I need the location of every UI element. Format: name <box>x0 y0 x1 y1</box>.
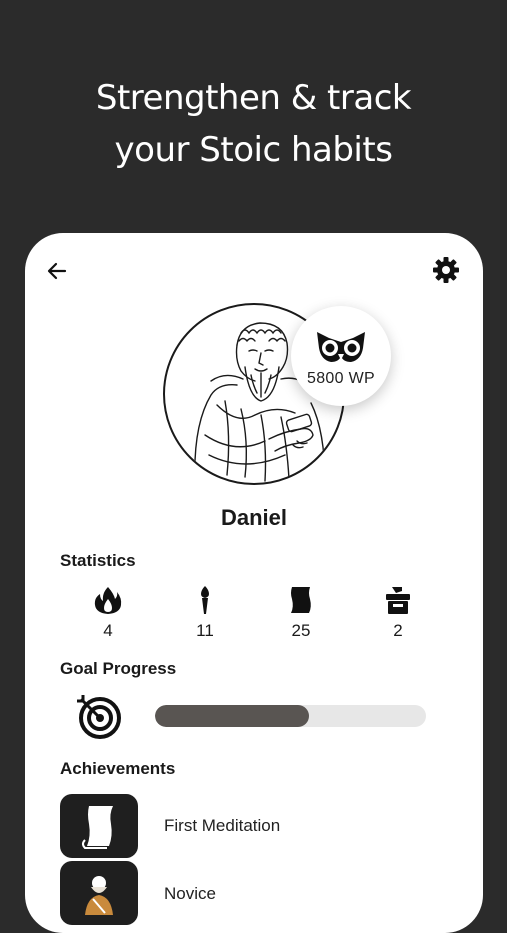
wisdom-points-badge: 5800 WP <box>291 306 391 406</box>
torch-icon <box>201 586 209 614</box>
user-name: Daniel <box>220 505 288 530</box>
goal-progress-fill <box>155 705 310 727</box>
headline: Strengthen & track your Stoic habits <box>0 72 507 176</box>
achievement-label: First Meditation <box>164 816 281 835</box>
achievements-title: Achievements <box>60 759 176 778</box>
stat-value: 25 <box>291 621 311 640</box>
scroll-icon <box>291 587 311 613</box>
achievement-tile[interactable] <box>60 861 138 925</box>
statistics-title: Statistics <box>60 551 136 570</box>
back-arrow-icon[interactable] <box>45 259 69 283</box>
profile-screen: 5800 WP Daniel Statistics 4 11 25 2 Goal <box>25 233 483 933</box>
headline-line-2: your Stoic habits <box>114 130 393 170</box>
owl-icon <box>317 332 365 362</box>
goal-progress-bar <box>155 705 426 727</box>
stat-box: 2 <box>368 585 428 641</box>
stat-value: 2 <box>393 621 403 640</box>
gear-icon[interactable] <box>431 255 461 285</box>
stat-torch: 11 <box>175 585 235 641</box>
flame-icon <box>94 587 122 614</box>
philosopher-icon <box>85 876 113 915</box>
target-icon <box>77 695 121 739</box>
stat-streak: 4 <box>78 585 138 641</box>
achievement-label: Novice <box>164 884 216 903</box>
goal-progress-title: Goal Progress <box>60 659 177 678</box>
stat-scroll: 25 <box>271 585 331 641</box>
stat-value: 11 <box>196 621 214 640</box>
achievement-tile[interactable] <box>60 794 138 858</box>
scroll-icon <box>82 806 113 849</box>
box-icon <box>386 587 410 614</box>
wisdom-points-value: 5800 WP <box>307 370 375 387</box>
stat-value: 4 <box>103 621 113 640</box>
headline-line-1: Strengthen & track <box>95 78 412 118</box>
